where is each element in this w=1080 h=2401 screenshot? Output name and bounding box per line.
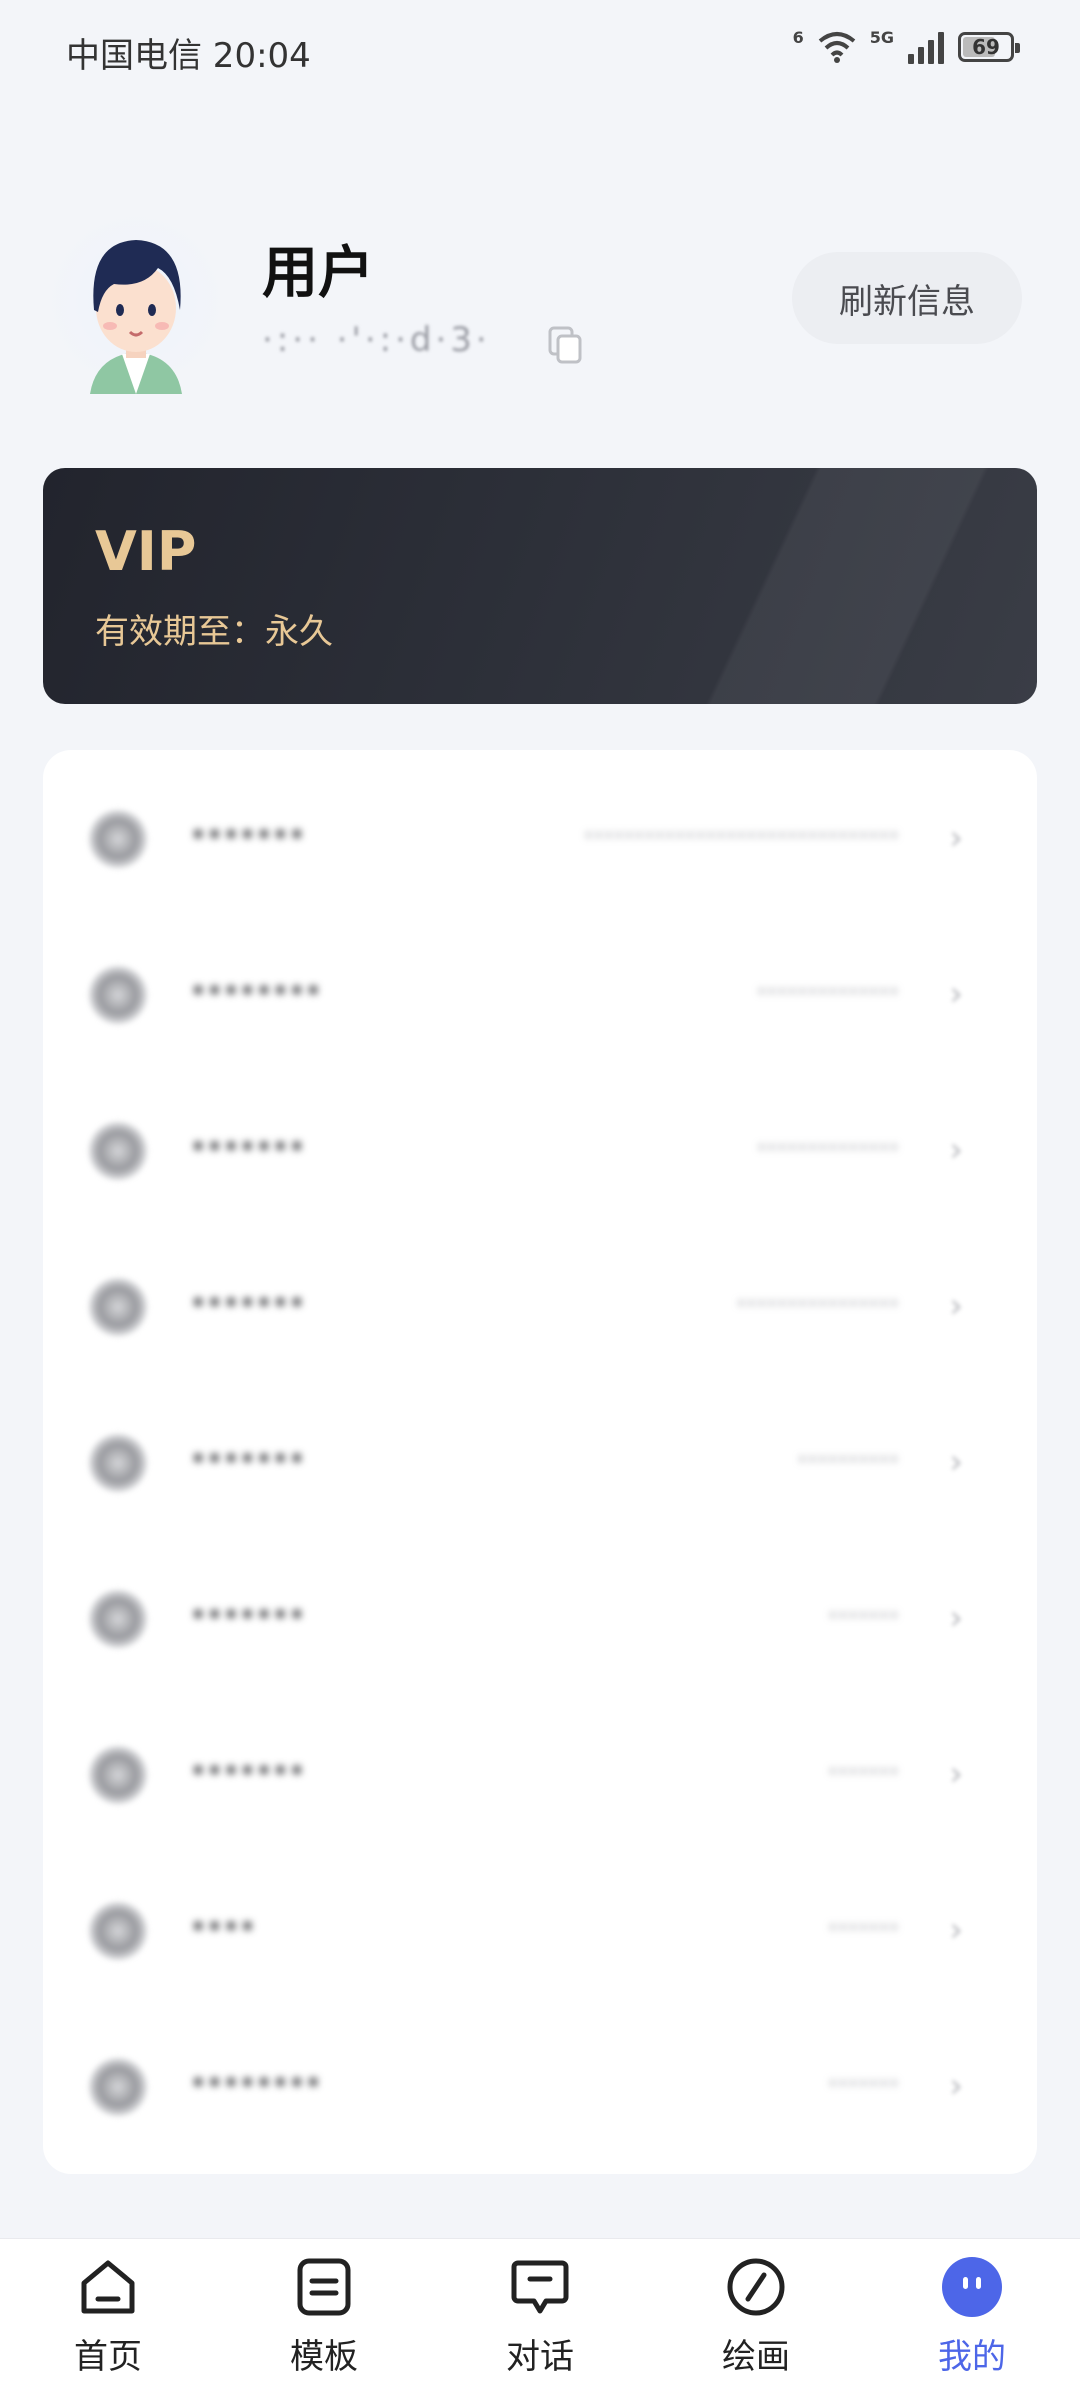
wifi-icon [818, 31, 856, 63]
chevron-right-icon: › [949, 1442, 963, 1482]
network-tag: 5G [869, 28, 894, 47]
status-bar: 中国电信 20:04 6 5G 69 [0, 0, 1080, 100]
menu-item-icon [89, 810, 147, 868]
menu-item-label: ······· [191, 1436, 307, 1480]
menu-item-label: ···· [191, 1904, 257, 1948]
menu-list: ······· ······························· … [43, 750, 1037, 2174]
avatar[interactable] [52, 206, 220, 396]
bottom-tab-bar: 首页 模板 对话 绘画 我的 [0, 2238, 1080, 2401]
menu-item[interactable]: ······· ·········· › [43, 1384, 1037, 1540]
chevron-right-icon: › [949, 1754, 963, 1794]
battery-icon: 69 [958, 31, 1020, 62]
menu-item[interactable]: ···· ······· › [43, 1852, 1037, 2008]
battery-level: 69 [972, 34, 1000, 59]
wifi-tag: 6 [792, 28, 804, 47]
menu-item-icon [89, 1434, 147, 1492]
status-icons: 6 5G 69 [792, 28, 1020, 65]
menu-item-label: ······· [191, 1280, 307, 1324]
vip-card[interactable]: VIP 有效期至：永久 [43, 468, 1037, 704]
menu-item-icon [89, 1122, 147, 1180]
menu-item[interactable]: ······· ······························· … [43, 760, 1037, 916]
menu-item-icon [89, 2058, 147, 2116]
menu-item-label: ········ [191, 968, 323, 1012]
vip-expiry: 有效期至：永久 [95, 612, 333, 652]
menu-item-value: ·········· [797, 1440, 899, 1478]
menu-item-value: ················ [736, 1284, 899, 1322]
menu-item[interactable]: ······· ·············· › [43, 1072, 1037, 1228]
copy-icon[interactable] [548, 326, 582, 364]
menu-item-value: ······· [827, 1908, 899, 1946]
chevron-right-icon: › [949, 974, 963, 1014]
menu-item[interactable]: ······· ······· › [43, 1540, 1037, 1696]
menu-item[interactable]: ········ ·············· › [43, 916, 1037, 1072]
chevron-right-icon: › [949, 1130, 963, 1170]
menu-item-value: ······························· [583, 816, 899, 854]
tab-profile-label: 我的 [938, 2337, 1006, 2377]
signal-icon [908, 30, 944, 64]
menu-item-icon [89, 1746, 147, 1804]
tab-template-label: 模板 [290, 2337, 358, 2377]
menu-item-icon [89, 1590, 147, 1648]
tab-draw-label: 绘画 [722, 2337, 790, 2377]
tab-chat[interactable]: 对话 [460, 2255, 620, 2395]
menu-item-value: ·············· [756, 1128, 899, 1166]
menu-item-label: ······· [191, 1592, 307, 1636]
menu-item-icon [89, 1278, 147, 1336]
menu-item-value: ······· [827, 1752, 899, 1790]
menu-item-value: ······· [827, 2064, 899, 2102]
chevron-right-icon: › [949, 1910, 963, 1950]
menu-item-label: ······· [191, 1124, 307, 1168]
chevron-right-icon: › [949, 1286, 963, 1326]
chevron-right-icon: › [949, 1598, 963, 1638]
tab-draw[interactable]: 绘画 [676, 2255, 836, 2395]
menu-item-value: ······· [827, 1596, 899, 1634]
username: 用户 [262, 241, 374, 306]
menu-item-label: ······· [191, 812, 307, 856]
template-icon [297, 2258, 351, 2316]
home-icon [81, 2260, 135, 2314]
vip-title: VIP [95, 520, 197, 583]
menu-item-value: ·············· [756, 972, 899, 1010]
tab-home[interactable]: 首页 [28, 2255, 188, 2395]
draw-icon [727, 2258, 785, 2316]
menu-item-icon [89, 966, 147, 1024]
carrier-time: 中国电信 20:04 [66, 36, 311, 76]
chat-icon [511, 2260, 569, 2314]
menu-item-icon [89, 1902, 147, 1960]
menu-item-label: ······· [191, 1748, 307, 1792]
user-id: ·:·· ·'·:·d·3· [262, 320, 491, 360]
menu-item[interactable]: ······· ················ › [43, 1228, 1037, 1384]
tab-profile[interactable]: 我的 [892, 2255, 1052, 2395]
chevron-right-icon: › [949, 818, 963, 858]
menu-item[interactable]: ······· ······· › [43, 1696, 1037, 1852]
tab-chat-label: 对话 [506, 2337, 574, 2377]
profile-icon [942, 2257, 1002, 2317]
tab-template[interactable]: 模板 [244, 2255, 404, 2395]
menu-item-label: ········ [191, 2060, 323, 2104]
tab-home-label: 首页 [74, 2337, 142, 2377]
refresh-info-button[interactable]: 刷新信息 [792, 252, 1022, 344]
chevron-right-icon: › [949, 2066, 963, 2106]
menu-item[interactable]: ········ ······· › [43, 2008, 1037, 2164]
